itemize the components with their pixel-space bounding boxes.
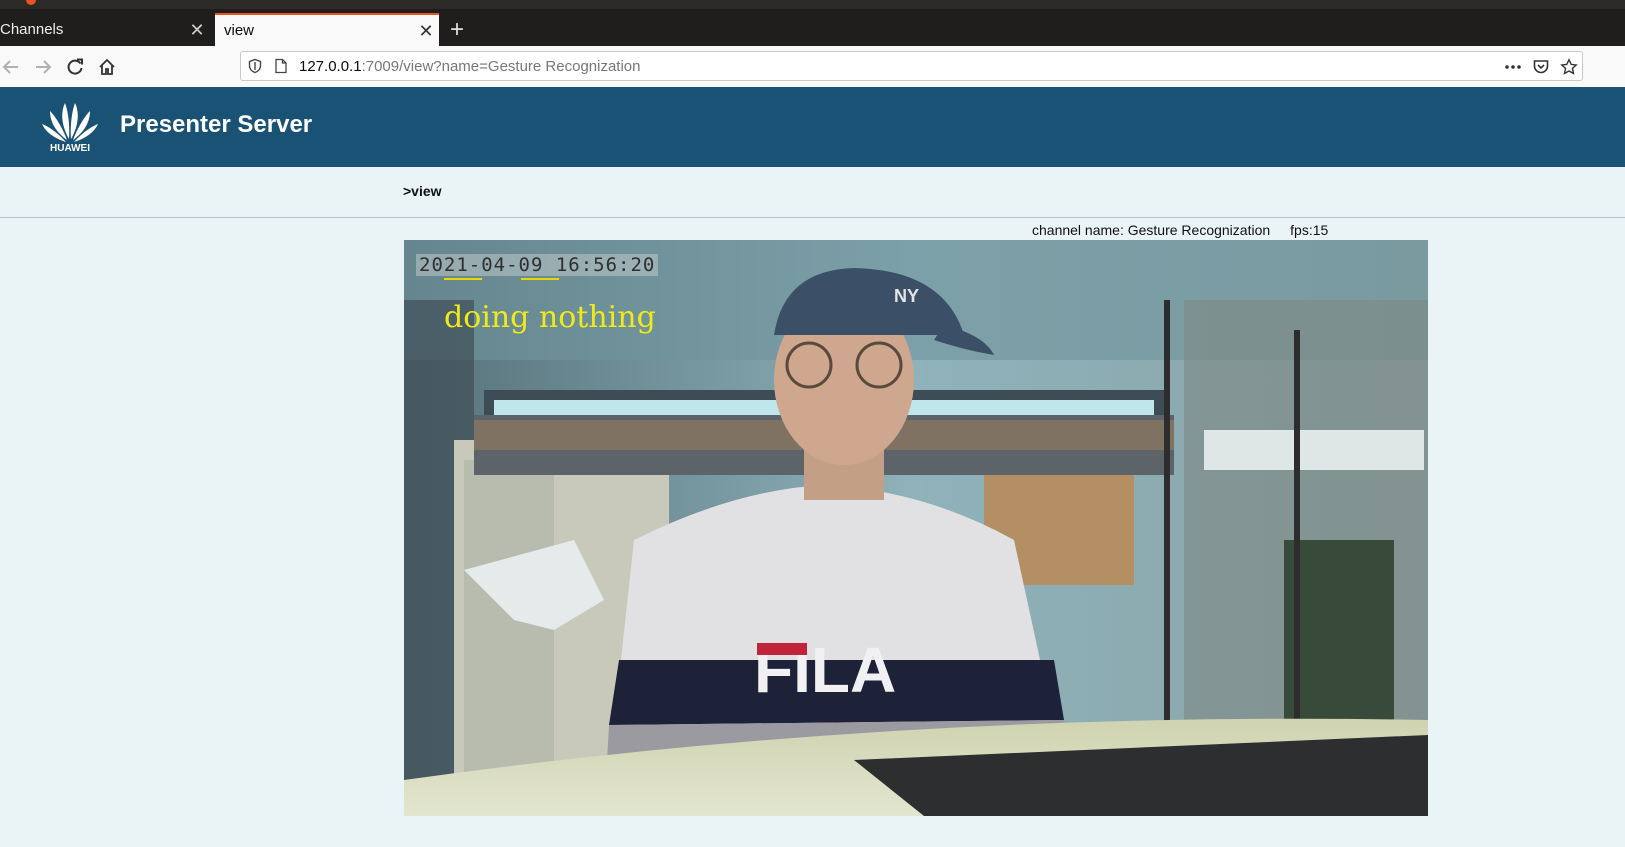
- url-path: :7009/view?name=Gesture Recognization: [361, 58, 641, 75]
- more-icon[interactable]: [1503, 57, 1523, 77]
- channel-name: channel name: Gesture Recognization: [1032, 222, 1271, 238]
- window-close-dot[interactable]: [26, 0, 36, 5]
- tab-channels[interactable]: Channels ✕: [0, 13, 210, 46]
- url-host: 127.0.0.1: [299, 58, 362, 75]
- gesture-label: doing nothing: [444, 300, 656, 335]
- page-title: Presenter Server: [120, 111, 313, 138]
- huawei-logo: HUAWEI: [38, 97, 102, 157]
- site-header: HUAWEI Presenter Server: [0, 87, 1625, 167]
- logo-text: HUAWEI: [50, 143, 90, 154]
- breadcrumb[interactable]: >view: [403, 183, 442, 199]
- shield-icon[interactable]: [247, 58, 263, 74]
- tab-label: Channels: [0, 21, 64, 38]
- fps-value: fps:15: [1290, 222, 1329, 238]
- page-content: HUAWEI Presenter Server >view channel na…: [0, 87, 1625, 847]
- address-bar[interactable]: 127.0.0.1:7009/view?name=Gesture Recogni…: [240, 51, 1583, 81]
- pocket-icon[interactable]: [1531, 57, 1551, 77]
- back-arrow-icon[interactable]: [0, 56, 22, 78]
- new-tab-plus-icon[interactable]: +: [444, 17, 470, 43]
- cap-ny-text: NY: [894, 286, 919, 306]
- star-icon[interactable]: [1559, 57, 1579, 77]
- os-title-strip: [0, 0, 1625, 9]
- close-icon[interactable]: ✕: [413, 22, 439, 40]
- forward-arrow-icon[interactable]: [32, 56, 54, 78]
- reload-icon[interactable]: [64, 56, 86, 78]
- close-icon[interactable]: ✕: [184, 21, 210, 39]
- tab-view[interactable]: view ✕: [215, 13, 439, 46]
- timestamp-underline: [521, 278, 559, 280]
- home-icon[interactable]: [96, 56, 118, 78]
- divider: [0, 217, 1625, 218]
- channel-info: channel name: Gesture Recognization fps:1…: [1032, 222, 1328, 238]
- url-text[interactable]: 127.0.0.1:7009/view?name=Gesture Recogni…: [299, 58, 640, 75]
- tab-label: view: [224, 22, 255, 39]
- tab-bar: Channels ✕ view ✕ +: [0, 9, 1625, 46]
- timestamp-overlay: 2021-04-09 16:56:20: [416, 254, 659, 276]
- page-icon: [273, 58, 289, 74]
- navigation-toolbar: 127.0.0.1:7009/view?name=Gesture Recogni…: [0, 46, 1625, 88]
- timestamp-underline: [444, 278, 482, 280]
- video-frame: FILA NY 2021-04-09 16:56:20 doing nothin…: [404, 240, 1428, 816]
